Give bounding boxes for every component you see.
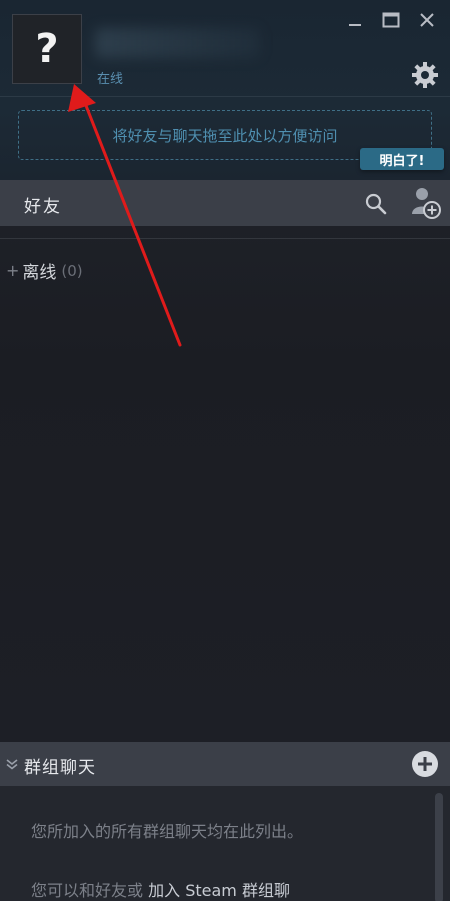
group-chats-list: 您所加入的所有群组聊天均在此列出。 您可以和好友或 加入 Steam 群组聊 [0,786,450,901]
expand-plus-icon: + [6,261,20,280]
offline-group-label: 离线 [22,263,57,283]
friends-window: ? 在线 将好友与聊天拖至此处以方便访问 明白了! 好友 + 离线 (0) 群组… [0,0,450,901]
gear-icon [412,62,438,88]
add-friend-icon [412,188,441,219]
avatar[interactable]: ? [12,14,82,84]
status-text[interactable]: 在线 [97,68,123,87]
settings-button[interactable] [410,60,440,90]
minimize-icon [349,24,361,26]
close-icon [420,13,434,27]
join-steam-group-link[interactable]: 加入 Steam 群组聊 [148,881,290,900]
header-divider [0,96,450,97]
drop-zone-hint: 将好友与聊天拖至此处以方便访问 [112,126,338,145]
add-friend-button[interactable] [410,186,442,220]
offline-group-count: (0) [61,261,83,280]
search-button[interactable] [364,192,388,216]
search-icon [365,193,387,215]
group-empty-hint: 您可以和好友或 加入 Steam 群组聊 [31,877,290,901]
group-chats-title: 群组聊天 [24,758,96,778]
minimize-button[interactable] [342,8,368,32]
add-group-icon [412,751,438,777]
list-divider [0,238,450,239]
maximize-icon [382,12,400,28]
group-chats-header[interactable]: 群组聊天 [0,742,450,786]
maximize-button[interactable] [378,8,404,32]
offline-group-header[interactable]: + 离线 (0) [6,258,83,283]
friends-title: 好友 [24,197,62,217]
group-empty-message: 您所加入的所有群组聊天均在此列出。 [31,822,304,841]
group-empty-hint-prefix: 您可以和好友或 [31,881,144,900]
avatar-placeholder-glyph: ? [35,26,59,72]
close-button[interactable] [414,8,440,32]
group-list-scrollbar[interactable] [435,793,443,901]
add-group-chat-button[interactable] [410,749,440,779]
got-it-button[interactable]: 明白了! [360,148,444,170]
chevron-down-icon [6,759,18,770]
profile-header: ? 在线 将好友与聊天拖至此处以方便访问 明白了! [0,0,450,180]
username-redacted [95,28,260,58]
